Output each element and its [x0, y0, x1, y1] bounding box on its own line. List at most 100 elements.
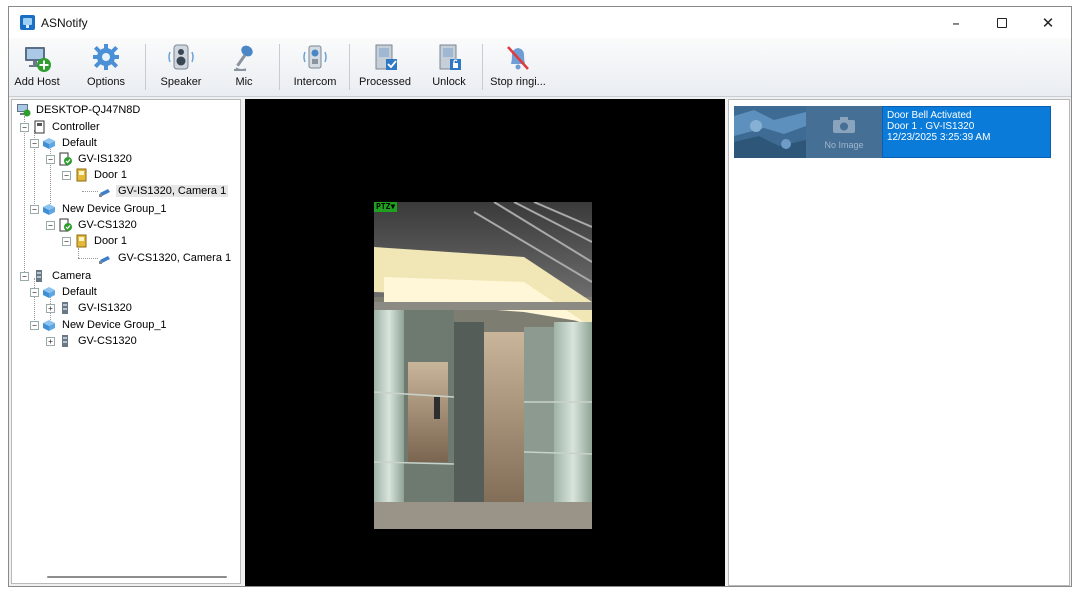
toolbar-separator — [349, 44, 350, 90]
tree-item-door[interactable]: Door 1 — [74, 167, 129, 183]
speaker-icon — [168, 44, 194, 70]
options-button[interactable]: Options — [83, 42, 129, 94]
tree-item-controller[interactable]: Controller — [32, 119, 102, 135]
live-video-view[interactable]: PTZ▼ — [245, 99, 725, 586]
mic-button[interactable]: Mic — [221, 42, 267, 94]
tree-item-camera[interactable]: GV-IS1320, Camera 1 — [98, 183, 229, 199]
stop-ringing-label: Stop ringi... — [490, 76, 546, 88]
toolbar-separator — [279, 44, 280, 90]
intercom-icon — [303, 45, 327, 69]
intercom-label: Intercom — [293, 76, 337, 88]
processed-button[interactable]: Processed — [357, 42, 413, 94]
tree-item-device-group[interactable]: Default — [42, 284, 99, 300]
camera-device-icon — [62, 335, 68, 347]
tree-item-camera-device[interactable]: GV-CS1320 — [58, 333, 139, 349]
tree-line — [78, 258, 98, 259]
tree-item-label: GV-IS1320, Camera 1 — [116, 185, 229, 197]
tree-item-host[interactable]: DESKTOP-QJ47N8D — [16, 102, 142, 118]
tree-item-device-group[interactable]: Default — [42, 135, 99, 151]
tree-item-camera[interactable]: GV-CS1320, Camera 1 — [98, 250, 233, 266]
tree-item-device[interactable]: GV-CS1320 — [58, 217, 139, 233]
no-image-placeholder: No Image — [806, 106, 882, 158]
notification-title: Door Bell Activated — [887, 110, 972, 121]
notification-list: No Image Door Bell Activated Door 1 . GV… — [728, 99, 1070, 586]
device-online-icon — [59, 152, 72, 166]
tree-item-label: Camera — [52, 270, 92, 282]
device-group-icon — [43, 320, 55, 331]
camera-icon — [99, 189, 110, 197]
title-bar: ASNotify – ✕ — [9, 7, 1071, 38]
unlock-door-icon — [439, 44, 461, 70]
tree-item-camera-root[interactable]: Camera — [32, 268, 93, 284]
camera-icon — [99, 256, 110, 264]
no-image-label: No Image — [824, 140, 864, 150]
expand-toggle[interactable]: + — [46, 304, 55, 313]
tree-item-device-group[interactable]: New Device Group_1 — [42, 201, 169, 217]
device-group-icon — [43, 138, 55, 149]
add-host-icon — [25, 47, 51, 72]
collapse-toggle[interactable]: − — [20, 123, 29, 132]
tree-line — [82, 191, 98, 192]
camera-device-icon — [62, 302, 68, 314]
collapse-toggle[interactable]: − — [46, 221, 55, 230]
tree-item-label: Default — [62, 286, 97, 298]
notification-timestamp: 12/23/2025 3:25:39 AM — [887, 132, 991, 143]
collapse-toggle[interactable]: − — [20, 272, 29, 281]
notification-item[interactable]: No Image Door Bell Activated Door 1 . GV… — [734, 106, 1051, 158]
camera-folder-icon — [36, 270, 42, 282]
close-icon: ✕ — [1041, 13, 1055, 32]
tree-item-label: GV-IS1320 — [78, 153, 132, 165]
tree-line — [34, 278, 35, 326]
collapse-toggle[interactable]: − — [62, 237, 71, 246]
window-title: ASNotify — [41, 16, 88, 30]
collapse-toggle[interactable]: − — [62, 171, 71, 180]
minimize-icon: – — [952, 13, 960, 32]
unlock-button[interactable]: Unlock — [427, 42, 471, 94]
camera-placeholder-icon — [833, 117, 855, 133]
tree-item-camera-device[interactable]: GV-IS1320 — [58, 300, 134, 316]
device-tree: DESKTOP-QJ47N8D − Controller − Default −… — [11, 99, 241, 584]
processed-icon — [375, 44, 397, 70]
tree-item-label: DESKTOP-QJ47N8D — [36, 104, 141, 116]
host-icon — [17, 104, 31, 117]
controller-icon — [34, 120, 45, 134]
tree-line — [24, 116, 25, 276]
tree-item-label: New Device Group_1 — [62, 203, 167, 215]
mic-label: Mic — [235, 76, 253, 88]
device-group-icon — [43, 287, 55, 298]
tree-line — [78, 248, 79, 258]
add-host-label: Add Host — [14, 76, 60, 88]
snapshot-thumbnail — [734, 106, 806, 158]
tree-item-label: GV-CS1320 — [78, 335, 137, 347]
tree-item-label: Default — [62, 137, 97, 149]
collapse-toggle[interactable]: − — [30, 139, 39, 148]
device-online-icon — [59, 218, 72, 232]
device-group-icon — [43, 204, 55, 215]
toolbar: Add Host Options Speaker Mic Intercom Pr… — [9, 38, 1071, 97]
collapse-toggle[interactable]: − — [46, 155, 55, 164]
tree-item-device[interactable]: GV-IS1320 — [58, 151, 134, 167]
expand-toggle[interactable]: + — [46, 337, 55, 346]
tree-item-label: New Device Group_1 — [62, 319, 167, 331]
add-host-button[interactable]: Add Host — [13, 42, 61, 94]
maximize-button[interactable] — [979, 7, 1025, 38]
tree-item-device-group[interactable]: New Device Group_1 — [42, 317, 169, 333]
tree-item-label: Door 1 — [94, 169, 128, 181]
speaker-button[interactable]: Speaker — [157, 42, 205, 94]
minimize-button[interactable]: – — [933, 7, 979, 38]
close-button[interactable]: ✕ — [1025, 7, 1071, 38]
door-icon — [76, 168, 87, 182]
processed-label: Processed — [359, 76, 411, 88]
tree-item-door[interactable]: Door 1 — [74, 233, 129, 249]
collapse-toggle[interactable]: − — [30, 321, 39, 330]
door-icon — [76, 234, 87, 248]
collapse-toggle[interactable]: − — [30, 205, 39, 214]
collapse-toggle[interactable]: − — [30, 288, 39, 297]
notification-details: Door Bell Activated Door 1 . GV-IS1320 1… — [882, 106, 1051, 158]
toolbar-separator — [482, 44, 483, 90]
ptz-control-badge[interactable]: PTZ▼ — [374, 202, 398, 212]
stop-ringing-button[interactable]: Stop ringi... — [487, 42, 549, 94]
intercom-button[interactable]: Intercom — [289, 42, 341, 94]
horizontal-scrollbar[interactable] — [47, 576, 227, 578]
tree-item-label: Controller — [52, 121, 100, 133]
